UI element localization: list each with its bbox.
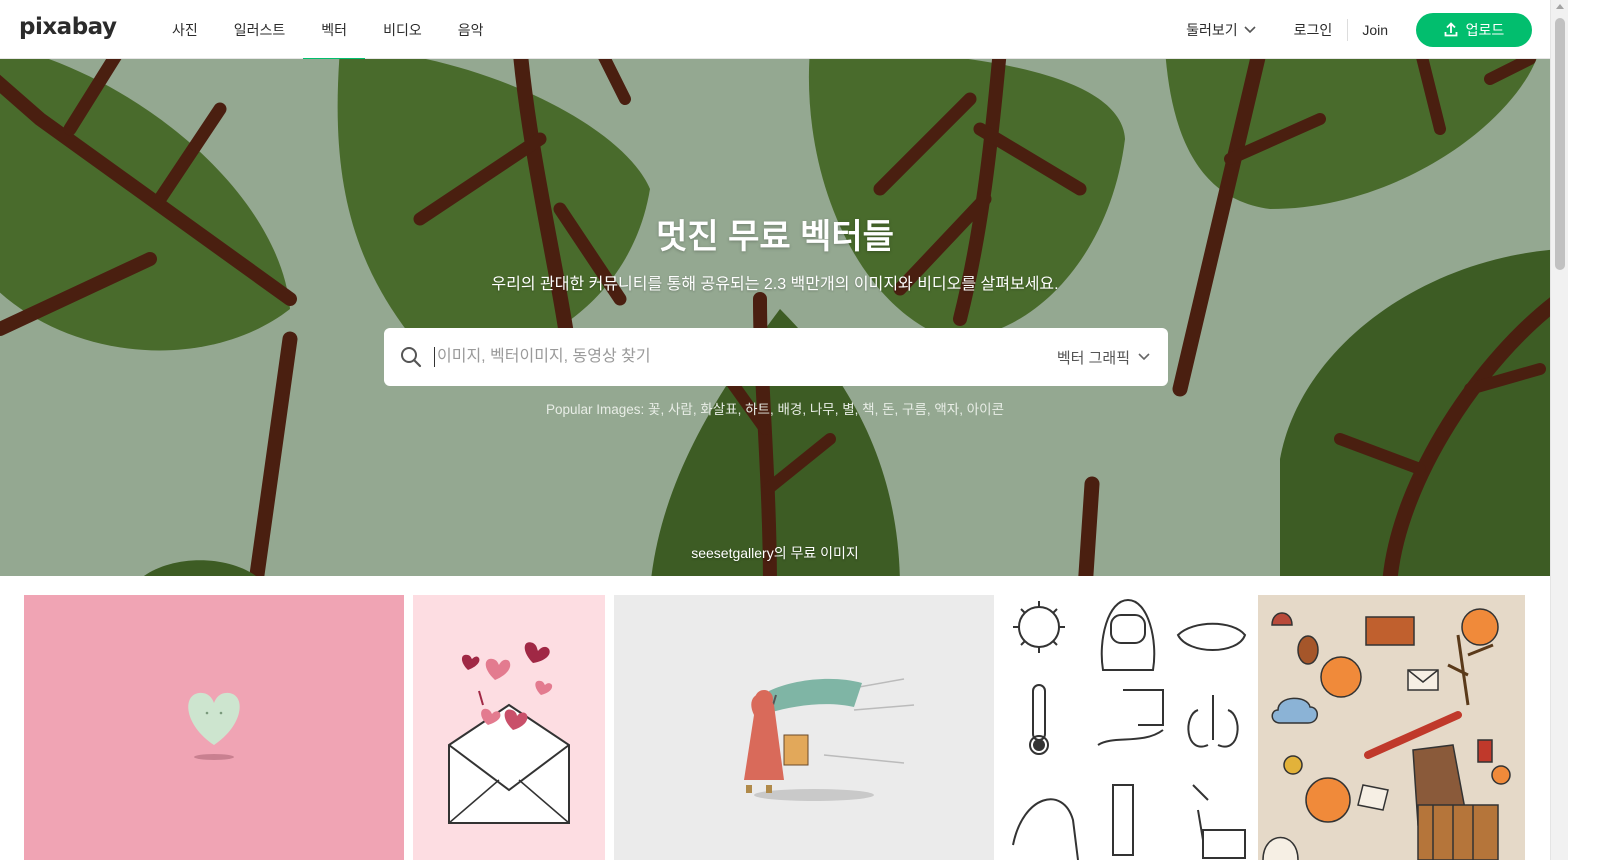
join-link[interactable]: Join — [1362, 22, 1388, 38]
popular-tags: Popular Images: 꽃, 사람, 화살표, 하트, 배경, 나무, … — [545, 402, 1004, 417]
nav-photos[interactable]: 사진 — [154, 0, 216, 59]
hero-banner: 멋진 무료 벡터들 우리의 관대한 커뮤니티를 통해 공유되는 2.3 백만개의… — [0, 59, 1550, 576]
media-type-dropdown[interactable]: 벡터 그래픽 — [1057, 347, 1150, 368]
popular-tag[interactable]: 구름 — [902, 402, 927, 417]
scrollbar-thumb[interactable] — [1555, 18, 1565, 270]
nav-illustrations[interactable]: 일러스트 — [216, 0, 304, 59]
window-margin — [1568, 0, 1600, 860]
explore-menu[interactable]: 둘러보기 — [1186, 20, 1256, 40]
popular-tag[interactable]: 화살표 — [700, 402, 737, 417]
site-header: pixabay 사진 일러스트 벡터 비디오 음악 둘러보기 로그인 Join … — [0, 0, 1550, 60]
windy-umbrella-card[interactable] — [614, 595, 994, 860]
chevron-down-icon — [1138, 353, 1150, 361]
hero-title: 멋진 무료 벡터들 — [656, 218, 894, 256]
love-letter-card[interactable] — [413, 595, 605, 860]
image-credit[interactable]: seesetgallery의 무료 이미지 — [0, 543, 1550, 563]
header-actions: 둘러보기 로그인 Join 업로드 — [1186, 0, 1532, 59]
upload-icon — [1444, 22, 1458, 37]
popular-tag[interactable]: 사람 — [668, 402, 693, 417]
covid-doodles-illustration — [1003, 595, 1249, 860]
explore-label: 둘러보기 — [1186, 21, 1238, 38]
popular-label: Popular Images: — [545, 402, 649, 417]
umbrella-figure-illustration — [614, 595, 994, 860]
login-link[interactable]: 로그인 — [1294, 20, 1333, 40]
upload-label: 업로드 — [1465, 21, 1505, 38]
nav-vectors[interactable]: 벡터 — [303, 0, 365, 60]
page-scrollbar[interactable] — [1550, 0, 1568, 860]
popular-tag[interactable]: 액자 — [934, 402, 959, 417]
nav-videos[interactable]: 비디오 — [365, 0, 440, 59]
popular-tag[interactable]: 하트 — [745, 402, 770, 417]
pink-heart-card[interactable] — [24, 595, 404, 860]
autumn-doodles-card[interactable] — [1258, 595, 1525, 860]
search-bar: 벡터 그래픽 — [384, 328, 1168, 386]
header-divider — [1347, 18, 1349, 41]
popular-tag[interactable]: 별 — [842, 402, 854, 417]
main-nav: 사진 일러스트 벡터 비디오 음악 — [154, 0, 502, 60]
upload-button[interactable]: 업로드 — [1416, 12, 1532, 47]
chevron-down-icon — [1244, 25, 1256, 33]
autumn-doodles-illustration — [1258, 595, 1525, 860]
popular-tag[interactable]: 책 — [862, 402, 874, 417]
pixabay-logo[interactable]: pixabay — [19, 14, 117, 40]
popular-tag[interactable]: 돈 — [882, 402, 894, 417]
popular-tag[interactable]: 배경 — [777, 402, 802, 417]
search-input[interactable] — [434, 347, 1057, 367]
popular-tag[interactable]: 나무 — [810, 402, 835, 417]
popular-tag[interactable]: 꽃 — [648, 402, 660, 417]
search-icon[interactable] — [400, 346, 422, 368]
love-letter-illustration — [413, 595, 605, 860]
leaf-background-illustration — [0, 59, 1550, 576]
image-gallery — [0, 595, 1550, 860]
scroll-up-arrow-icon[interactable] — [1556, 4, 1564, 9]
popular-tag[interactable]: 아이콘 — [967, 402, 1004, 417]
heart-illustration — [24, 595, 404, 860]
hero-subtitle: 우리의 관대한 커뮤니티를 통해 공유되는 2.3 백만개의 이미지와 비디오를… — [491, 276, 1059, 293]
media-type-label: 벡터 그래픽 — [1056, 349, 1130, 367]
nav-music[interactable]: 음악 — [440, 0, 502, 59]
covid-doodles-card[interactable] — [1003, 595, 1249, 860]
